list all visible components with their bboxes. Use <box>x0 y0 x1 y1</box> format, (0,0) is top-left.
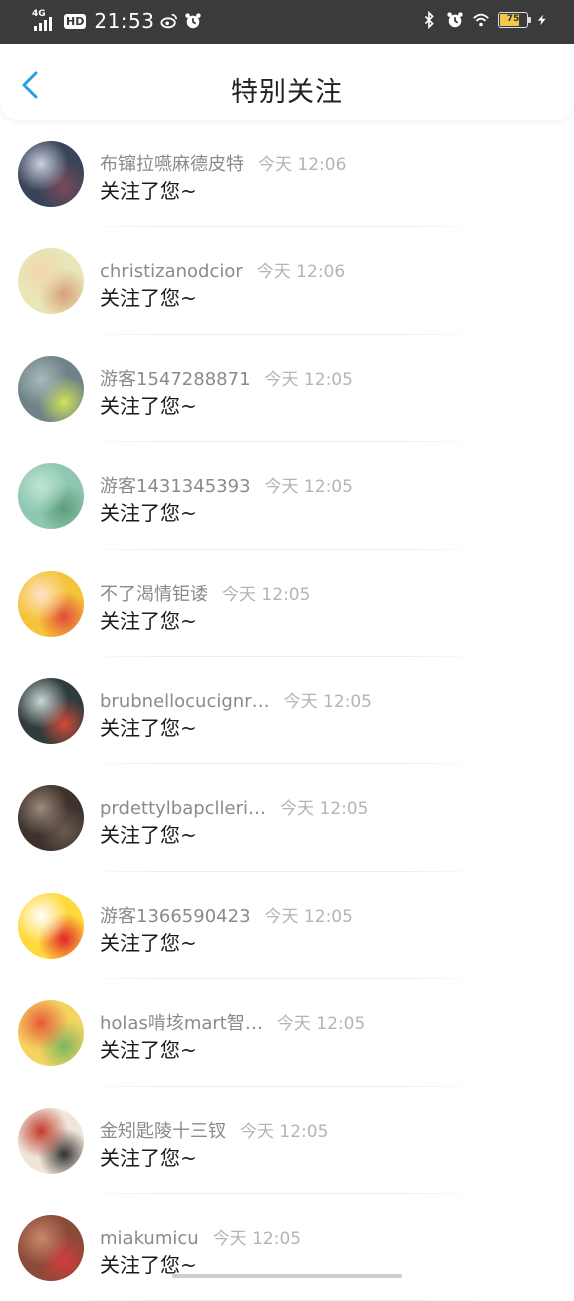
user-name[interactable]: christizanodcior 今天 12:06 <box>100 257 345 282</box>
user-name[interactable]: 游客1366590423 今天 12:05 <box>100 902 353 928</box>
list-item[interactable]: 金矧匙陵十三钗 今天 12:05 关注了您~ <box>0 1087 574 1194</box>
battery-icon: 75 <box>498 12 531 28</box>
timestamp: 今天 12:05 <box>212 1228 302 1249</box>
navigation-header: 特别关注 <box>0 44 574 120</box>
clock: 21:53 <box>94 9 155 33</box>
user-name[interactable]: 游客1431345393 今天 12:05 <box>100 472 353 498</box>
avatar-grey-sprout[interactable] <box>18 355 84 422</box>
user-name-text[interactable]: 游客1366590423 <box>100 906 251 927</box>
user-name-text[interactable]: brubnellocucignr… <box>100 691 270 712</box>
user-name[interactable]: brubnellocucignr… 今天 12:05 <box>100 687 372 712</box>
user-name-text[interactable]: 不了渴情钜诿 <box>100 584 208 605</box>
notification-message: 关注了您~ <box>100 930 197 955</box>
avatar-umbrella-sketch[interactable] <box>18 1107 84 1174</box>
list-item[interactable]: 游客1547288871 今天 12:05 关注了您~ <box>0 335 574 443</box>
user-name-text[interactable]: 游客1547288871 <box>100 369 251 390</box>
notification-message: 关注了您~ <box>100 715 197 740</box>
notification-message: 关注了您~ <box>100 179 197 203</box>
timestamp: 今天 12:05 <box>264 477 353 498</box>
user-name[interactable]: 不了渴情钜诿 今天 12:05 <box>100 580 310 606</box>
list-item[interactable]: prdettylbapclleri… 今天 12:05 关注了您~ <box>0 764 574 872</box>
user-name[interactable]: 金矧匙陵十三钗 今天 12:05 <box>100 1117 328 1143</box>
notification-message: 关注了您~ <box>100 393 197 418</box>
weibo-icon <box>160 13 178 29</box>
timestamp: 今天 12:05 <box>240 1121 329 1142</box>
list-item[interactable]: 不了渴情钜诿 今天 12:05 关注了您~ <box>0 550 574 657</box>
user-name-text[interactable]: 布镩拉嚥麻德皮特 <box>100 154 244 175</box>
user-name[interactable]: holas啃垓mart智… 今天 12:05 <box>100 1009 365 1035</box>
avatar-green-watercolor[interactable] <box>18 463 84 530</box>
notification-message: 关注了您~ <box>100 501 197 526</box>
list-item[interactable]: brubnellocucignr… 今天 12:05 关注了您~ <box>0 657 574 765</box>
avatar-cartoon-girl[interactable] <box>18 570 84 637</box>
hd-badge: HD <box>64 13 87 29</box>
battery-level: 75 <box>506 14 520 24</box>
avatar-yellow-cat[interactable] <box>18 892 84 959</box>
list-item[interactable]: christizanodcior 今天 12:06 关注了您~ <box>0 227 574 335</box>
charging-icon <box>537 14 546 26</box>
notification-message: 关注了您~ <box>100 286 197 311</box>
list-item[interactable]: 布镩拉嚥麻德皮特 今天 12:06 关注了您~ <box>0 120 574 228</box>
user-name-text[interactable]: 金矧匙陵十三钗 <box>100 1121 226 1142</box>
list-item[interactable]: 游客1366590423 今天 12:05 关注了您~ <box>0 872 574 980</box>
timestamp: 今天 12:05 <box>276 1014 366 1035</box>
user-name[interactable]: prdettylbapclleri… 今天 12:05 <box>100 794 368 819</box>
avatar-dark-floral[interactable] <box>18 141 84 207</box>
alarm-icon-right <box>447 12 463 28</box>
bluetooth-icon <box>424 11 434 29</box>
list-item[interactable]: 游客1431345393 今天 12:05 关注了您~ <box>0 442 574 550</box>
avatar-window-flowers[interactable] <box>18 677 84 744</box>
list-item[interactable]: miakumicu 今天 12:05 关注了您~ <box>0 1194 574 1301</box>
notification-list: 布镩拉嚥麻德皮特 今天 12:06 关注了您~ christizanodcior 今天 … <box>0 120 574 1301</box>
user-name[interactable]: 游客1547288871 今天 12:05 <box>100 365 353 391</box>
signal-icon: 4G <box>32 9 58 33</box>
user-name-text[interactable]: miakumicu <box>100 1228 199 1249</box>
timestamp: 今天 12:05 <box>280 799 369 820</box>
status-bar: 4G HD 21:53 75 <box>0 0 574 44</box>
timestamp: 今天 12:06 <box>256 262 346 283</box>
avatar-sepia-photo[interactable] <box>18 785 84 852</box>
notification-message: 关注了您~ <box>100 823 197 848</box>
alarm-icon <box>185 13 202 29</box>
timestamp: 今天 12:06 <box>258 155 347 175</box>
wifi-icon <box>473 13 489 27</box>
timestamp: 今天 12:05 <box>283 691 372 712</box>
timestamp: 今天 12:05 <box>222 584 311 605</box>
user-name[interactable]: miakumicu 今天 12:05 <box>100 1224 301 1249</box>
timestamp: 今天 12:05 <box>264 906 353 927</box>
user-name-text[interactable]: christizanodcior <box>100 261 243 282</box>
user-name-text[interactable]: holas啃垓mart智… <box>100 1013 263 1034</box>
avatar-food-cartoon[interactable] <box>18 1000 84 1067</box>
user-name[interactable]: 布镩拉嚥麻德皮特 今天 12:06 <box>100 150 346 176</box>
notification-message: 关注了您~ <box>100 608 197 633</box>
user-name-text[interactable]: prdettylbapclleri… <box>100 798 266 819</box>
user-name-text[interactable]: 游客1431345393 <box>100 476 251 497</box>
avatar-brown-stickers[interactable] <box>18 1214 84 1281</box>
avatar-pale-flowers[interactable] <box>18 248 84 315</box>
notification-message: 关注了您~ <box>100 1038 197 1063</box>
list-item[interactable]: holas啃垓mart智… 今天 12:05 关注了您~ <box>0 979 574 1087</box>
notification-message: 关注了您~ <box>100 1145 197 1170</box>
timestamp: 今天 12:05 <box>264 369 353 390</box>
page-title: 特别关注 <box>231 77 343 108</box>
home-indicator[interactable] <box>172 1274 402 1278</box>
